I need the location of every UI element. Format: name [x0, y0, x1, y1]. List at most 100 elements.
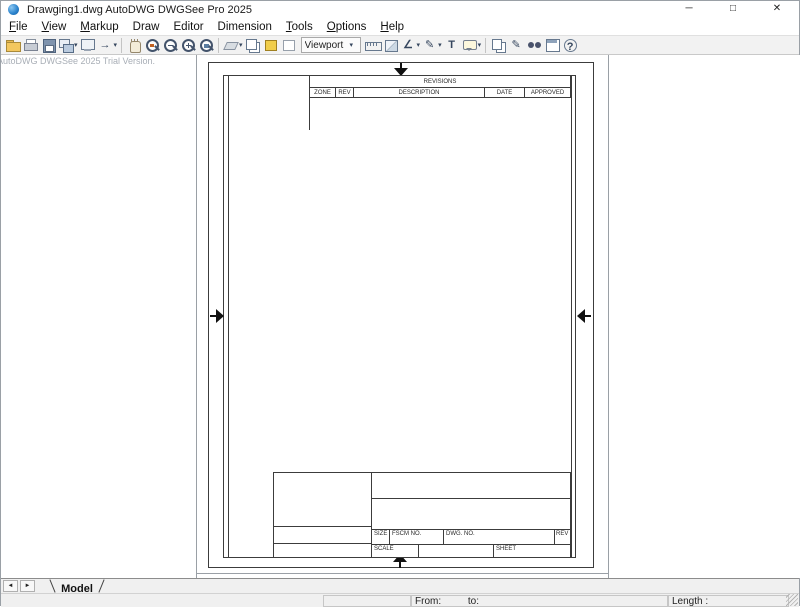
title-block-line — [371, 498, 570, 499]
color-yellow-icon — [263, 38, 278, 52]
status-panel-from-to: From: to: — [411, 595, 668, 607]
chevron-down-icon: ▾ — [478, 41, 482, 49]
menu-options[interactable]: Options — [320, 19, 374, 35]
close-button[interactable]: ✕ — [755, 1, 799, 18]
chevron-down-icon: ▾ — [438, 41, 442, 49]
edit-icon: ✎ — [509, 38, 524, 52]
tab-slant-right — [98, 579, 104, 592]
area-icon — [383, 38, 398, 52]
chevron-down-icon: ▾ — [350, 41, 354, 49]
scale-label: SCALE — [374, 546, 394, 552]
menu-help[interactable]: Help — [373, 19, 411, 35]
measure-area-button[interactable] — [382, 36, 400, 54]
find-button[interactable] — [525, 36, 543, 54]
title-block-line — [418, 544, 419, 557]
menu-editor[interactable]: Editor — [167, 19, 211, 35]
viewport-combo-label: Viewport — [305, 40, 349, 51]
printer-icon — [23, 38, 38, 52]
hand-icon — [127, 38, 142, 52]
copy-button[interactable] — [489, 36, 507, 54]
menu-bar: FileViewMarkupDrawEditorDimensionToolsOp… — [1, 18, 799, 35]
window-controls: ─ □ ✕ — [667, 1, 799, 18]
rev-col-zone: ZONE — [310, 88, 336, 98]
fscm-no-label: FSCM NO. — [392, 531, 421, 537]
title-bar: Drawging1.dwg AutoDWG DWGSee Pro 2025 ─ … — [1, 1, 799, 18]
convert-button[interactable]: ▾ — [57, 36, 79, 54]
draw-order-button[interactable]: ▾ — [222, 36, 244, 54]
binoculars-icon — [527, 38, 542, 52]
open-button[interactable] — [3, 36, 21, 54]
window-title: Drawging1.dwg AutoDWG DWGSee Pro 2025 — [27, 4, 252, 16]
edit-markup-button[interactable]: ✎ — [507, 36, 525, 54]
print-button[interactable] — [21, 36, 39, 54]
fold-mark-arrow-right — [577, 309, 585, 323]
measure-distance-button[interactable] — [364, 36, 382, 54]
menu-view[interactable]: View — [35, 19, 74, 35]
revision-table-headers: ZONEREVDESCRIPTIONDATEAPPROVED — [310, 88, 570, 98]
menu-markup[interactable]: Markup — [73, 19, 125, 35]
sheet-inner-border-right-2 — [571, 75, 572, 558]
zoom-window-button[interactable] — [143, 36, 161, 54]
text-icon: T — [444, 38, 459, 52]
toolbar-separator — [121, 38, 122, 53]
zoom-out-button[interactable] — [161, 36, 179, 54]
chevron-down-icon: ▾ — [239, 41, 243, 49]
rev-col-approved: APPROVED — [525, 88, 570, 98]
arrow-icon: → — [98, 38, 113, 52]
title-block-line — [371, 544, 570, 545]
monitor-icon — [80, 38, 95, 52]
revision-table-title: REVISIONS — [310, 76, 570, 88]
menu-dimension[interactable]: Dimension — [211, 19, 279, 35]
menu-tools[interactable]: Tools — [279, 19, 320, 35]
title-block-line — [274, 526, 371, 527]
add-text-button[interactable]: T — [443, 36, 461, 54]
previous-view-button[interactable]: →▾ — [97, 36, 119, 54]
dwg-no-label: DWG. NO. — [446, 531, 475, 537]
status-bar: From: to: Length : — [1, 593, 799, 607]
app-icon — [8, 4, 19, 15]
measure-angle-button[interactable]: ∠▾ — [400, 36, 422, 54]
status-from-label: From: — [415, 596, 441, 607]
menu-file[interactable]: File — [2, 19, 35, 35]
tab-scroll-left-button[interactable]: ◄ — [3, 580, 18, 592]
drawing-canvas[interactable]: AutoDWG DWGSee 2025 Trial Version. REVIS… — [1, 55, 800, 578]
toolbar-separator — [218, 38, 219, 53]
status-panel-empty — [323, 595, 411, 607]
pan-button[interactable] — [125, 36, 143, 54]
chevron-down-icon: ▾ — [114, 41, 118, 49]
sheet-inner-border-left-2 — [228, 75, 229, 558]
minimize-button[interactable]: ─ — [667, 1, 711, 18]
tab-scroll-right-button[interactable]: ► — [20, 580, 35, 592]
help-icon: ? — [564, 39, 577, 52]
status-to-label: to: — [468, 596, 479, 607]
viewport-select-combobox[interactable]: Viewport▾ — [301, 37, 361, 53]
callout-icon — [462, 38, 477, 52]
save-button[interactable] — [39, 36, 57, 54]
zoom-in-icon — [181, 38, 196, 52]
zoom-extents-button[interactable] — [197, 36, 215, 54]
resize-grip[interactable] — [786, 594, 798, 606]
markup-pen-button[interactable]: ✎▾ — [421, 36, 443, 54]
rev-col-rev: REV — [336, 88, 354, 98]
color-white-icon — [281, 38, 296, 52]
background-color-button[interactable] — [262, 36, 280, 54]
copy-icon — [491, 38, 506, 52]
size-label: SIZE — [374, 531, 387, 537]
title-block-line — [554, 529, 555, 544]
fold-mark-arrow-left — [216, 309, 224, 323]
callout-button[interactable]: ▾ — [461, 36, 483, 54]
full-screen-button[interactable] — [79, 36, 97, 54]
paper-color-button[interactable] — [280, 36, 298, 54]
angle-icon: ∠ — [401, 38, 416, 52]
layers-button[interactable] — [244, 36, 262, 54]
new-window-button[interactable] — [543, 36, 561, 54]
zoom-in-button[interactable] — [179, 36, 197, 54]
menu-draw[interactable]: Draw — [126, 19, 167, 35]
maximize-button[interactable]: □ — [711, 1, 755, 18]
paper-edge-bottom — [196, 573, 609, 574]
trial-watermark: AutoDWG DWGSee 2025 Trial Version. — [1, 56, 155, 66]
paper-edge-left — [196, 55, 197, 578]
help-button[interactable]: ? — [561, 36, 579, 54]
tab-model[interactable]: Model — [49, 579, 105, 593]
title-block-line — [493, 544, 494, 557]
